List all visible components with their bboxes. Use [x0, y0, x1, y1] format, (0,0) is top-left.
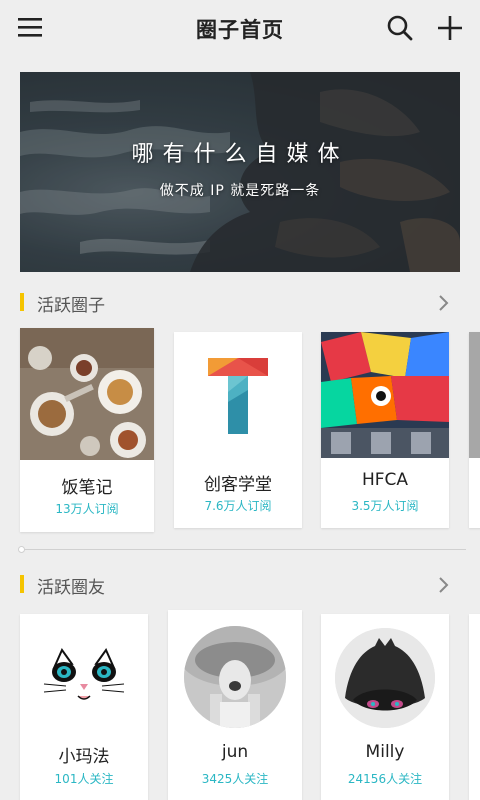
- friend-name: jun: [221, 742, 249, 762]
- search-icon: [387, 15, 413, 41]
- chevron-right-icon: [439, 577, 449, 593]
- scroll-indicator: [18, 546, 466, 553]
- circle-subscribers: 13万人订阅: [55, 502, 119, 516]
- t-logo-image: [174, 332, 302, 458]
- section-header-active-circles[interactable]: 活跃圈子: [20, 291, 460, 316]
- accent-bar: [20, 575, 24, 593]
- circle-card[interactable]: 饭笔记 13万人订阅: [20, 328, 154, 532]
- food-image: [20, 328, 154, 460]
- chevron-right-icon: [439, 295, 449, 311]
- friends-list: 小玛法 101人关注 jun 3425人关注 Milly 24156人关注: [0, 610, 480, 800]
- circle-card[interactable]: 创客学堂 7.6万人订阅: [174, 332, 302, 528]
- search-button[interactable]: [386, 14, 414, 42]
- friend-followers: 101人关注: [54, 772, 114, 786]
- avatar: [36, 628, 132, 724]
- friend-card[interactable]: Milly 24156人关注: [321, 614, 449, 800]
- add-button[interactable]: [436, 14, 464, 42]
- circle-subscribers: 7.6万人订阅: [204, 499, 272, 513]
- graffiti-image: [321, 332, 449, 458]
- section-title: 活跃圈子: [37, 296, 105, 316]
- plus-icon: [438, 16, 462, 40]
- circle-card[interactable]: HFCA 3.5万人订阅: [321, 332, 449, 528]
- circle-subscribers: 3.5万人订阅: [351, 499, 419, 513]
- banner-subtitle: 做不成 IP 就是死路一条: [159, 183, 321, 199]
- friend-followers: 24156人关注: [347, 772, 423, 786]
- friend-card[interactable]: 小玛法 101人关注: [20, 614, 148, 800]
- friend-name: Milly: [365, 742, 405, 762]
- section-title: 活跃圈友: [37, 578, 105, 598]
- app-header: 圈子首页: [0, 0, 480, 56]
- avatar: [184, 626, 286, 728]
- circle-name: 创客学堂: [204, 475, 272, 495]
- circle-name: 饭笔记: [61, 478, 113, 498]
- rocky-sea-image: [20, 72, 460, 272]
- friend-card-partial[interactable]: [469, 614, 480, 800]
- circle-card-partial[interactable]: [469, 332, 480, 528]
- accent-bar: [20, 293, 24, 311]
- partial-image: [469, 332, 480, 458]
- section-header-active-friends[interactable]: 活跃圈友: [20, 573, 460, 598]
- friend-name: 小玛法: [58, 747, 110, 767]
- hero-banner[interactable]: 哪有什么自媒体 做不成 IP 就是死路一条: [20, 72, 460, 272]
- circle-name: HFCA: [361, 470, 409, 490]
- circles-list: 饭笔记 13万人订阅 创客学堂 7.6万人订阅 HFCA 3.5万人订阅: [0, 328, 480, 533]
- banner-headline: 哪有什么自媒体: [131, 142, 349, 167]
- friend-followers: 3425人关注: [201, 772, 269, 786]
- friend-card[interactable]: jun 3425人关注: [168, 610, 302, 800]
- avatar: [335, 628, 435, 728]
- scroll-indicator-dot: [18, 546, 25, 553]
